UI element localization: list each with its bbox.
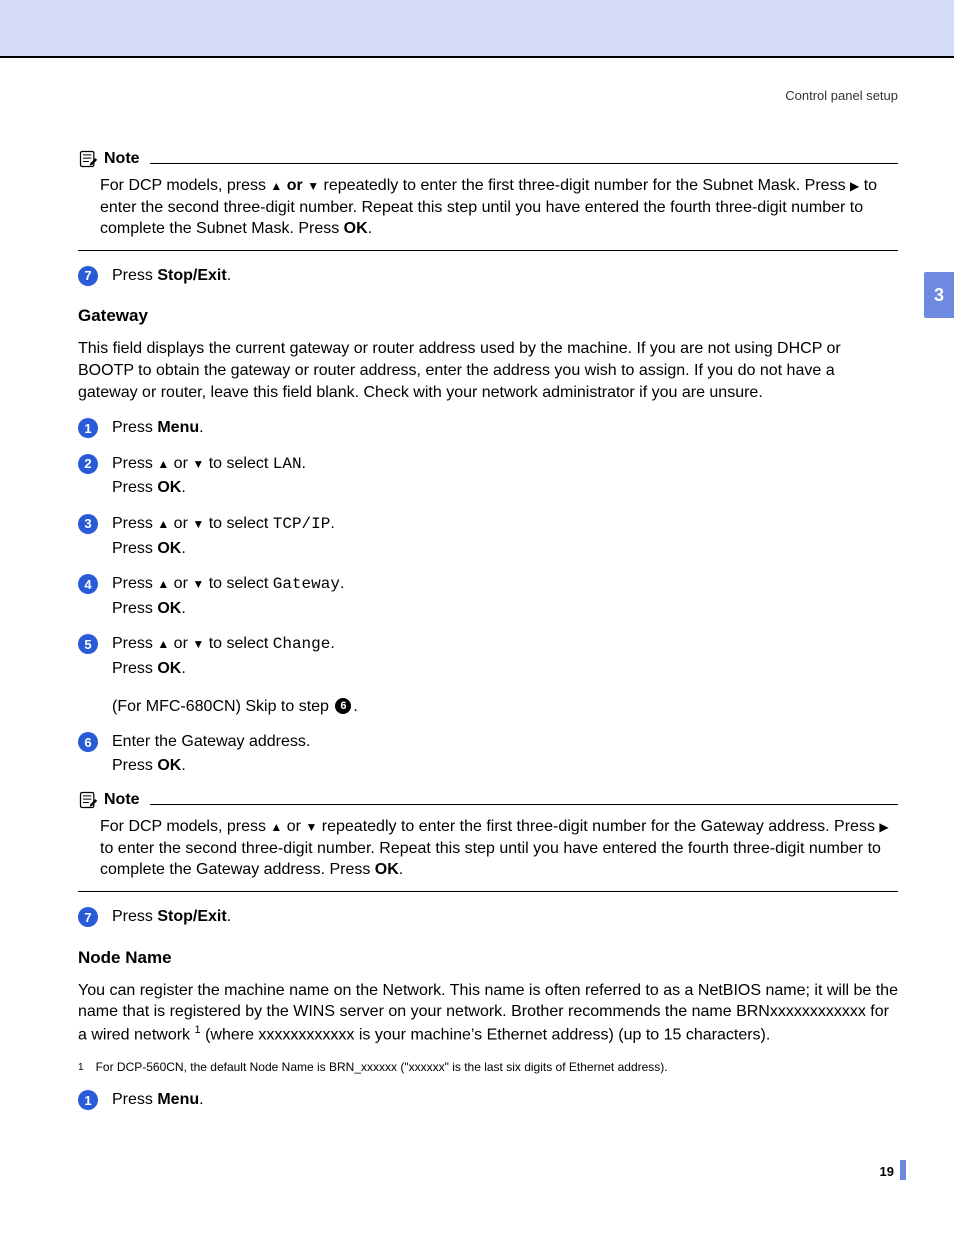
up-arrow-icon: ▲ [157, 637, 169, 651]
up-arrow-icon: ▲ [157, 577, 169, 591]
down-arrow-icon: ▼ [192, 577, 204, 591]
page-content: Control panel setup Note For DCP models,… [0, 58, 954, 1113]
down-arrow-icon: ▼ [305, 820, 317, 834]
gateway-step-4: 4 Press ▲ or ▼ to select Gateway. Press … [78, 573, 898, 621]
step-badge: 3 [78, 514, 98, 534]
note-end-rule [78, 250, 898, 251]
gateway-step-5: 5 Press ▲ or ▼ to select Change. Press O… [78, 633, 898, 719]
right-arrow-icon: ▶ [879, 820, 888, 834]
up-arrow-icon: ▲ [270, 179, 282, 193]
note-body: For DCP models, press ▲ or ▼ repeatedly … [100, 816, 898, 881]
step-badge: 5 [78, 634, 98, 654]
down-arrow-icon: ▼ [192, 517, 204, 531]
step-badge: 7 [78, 907, 98, 927]
node-name-intro: You can register the machine name on the… [78, 980, 898, 1046]
heading-gateway: Gateway [78, 306, 898, 326]
note-icon [78, 790, 98, 810]
gateway-step-3: 3 Press ▲ or ▼ to select TCP/IP. Press O… [78, 513, 898, 561]
note-rule [150, 154, 898, 164]
breadcrumb: Control panel setup [78, 88, 898, 103]
step-badge: 7 [78, 266, 98, 286]
note-end-rule [78, 891, 898, 892]
down-arrow-icon: ▼ [307, 179, 319, 193]
step-7-stop-exit-b: 7 Press Stop/Exit. [78, 906, 898, 930]
heading-node-name: Node Name [78, 948, 898, 968]
footnote-number: 1 [78, 1061, 84, 1076]
gateway-step-1: 1 Press Menu. [78, 417, 898, 441]
footnote-1: 1 For DCP-560CN, the default Node Name i… [78, 1060, 898, 1076]
step-badge: 6 [78, 732, 98, 752]
note-body: For DCP models, press ▲ or ▼ repeatedly … [100, 175, 898, 240]
step-7-stop-exit: 7 Press Stop/Exit. [78, 265, 898, 289]
down-arrow-icon: ▼ [192, 637, 204, 651]
node-step-1: 1 Press Menu. [78, 1089, 898, 1113]
right-arrow-icon: ▶ [850, 179, 859, 193]
up-arrow-icon: ▲ [157, 517, 169, 531]
footnote-text: For DCP-560CN, the default Node Name is … [96, 1060, 668, 1076]
up-arrow-icon: ▲ [270, 820, 282, 834]
gateway-step-2: 2 Press ▲ or ▼ to select LAN. Press OK. [78, 453, 898, 501]
top-banner [0, 0, 954, 56]
note-rule [150, 795, 898, 805]
down-arrow-icon: ▼ [192, 457, 204, 471]
gateway-step-6: 6 Enter the Gateway address. Press OK. [78, 731, 898, 778]
up-arrow-icon: ▲ [157, 457, 169, 471]
note-label: Note [104, 791, 140, 809]
step-badge: 1 [78, 1090, 98, 1110]
note-icon [78, 149, 98, 169]
page-number: 19 [880, 1164, 894, 1179]
page-number-bar [900, 1160, 906, 1180]
inline-step-ref-icon: 6 [335, 698, 351, 714]
gateway-intro: This field displays the current gateway … [78, 338, 898, 403]
note-block-gateway: Note For DCP models, press ▲ or ▼ repeat… [78, 790, 898, 892]
note-block-subnet: Note For DCP models, press ▲ or ▼ repeat… [78, 149, 898, 251]
step-badge: 2 [78, 454, 98, 474]
step-badge: 1 [78, 418, 98, 438]
step-badge: 4 [78, 574, 98, 594]
note-label: Note [104, 150, 140, 168]
